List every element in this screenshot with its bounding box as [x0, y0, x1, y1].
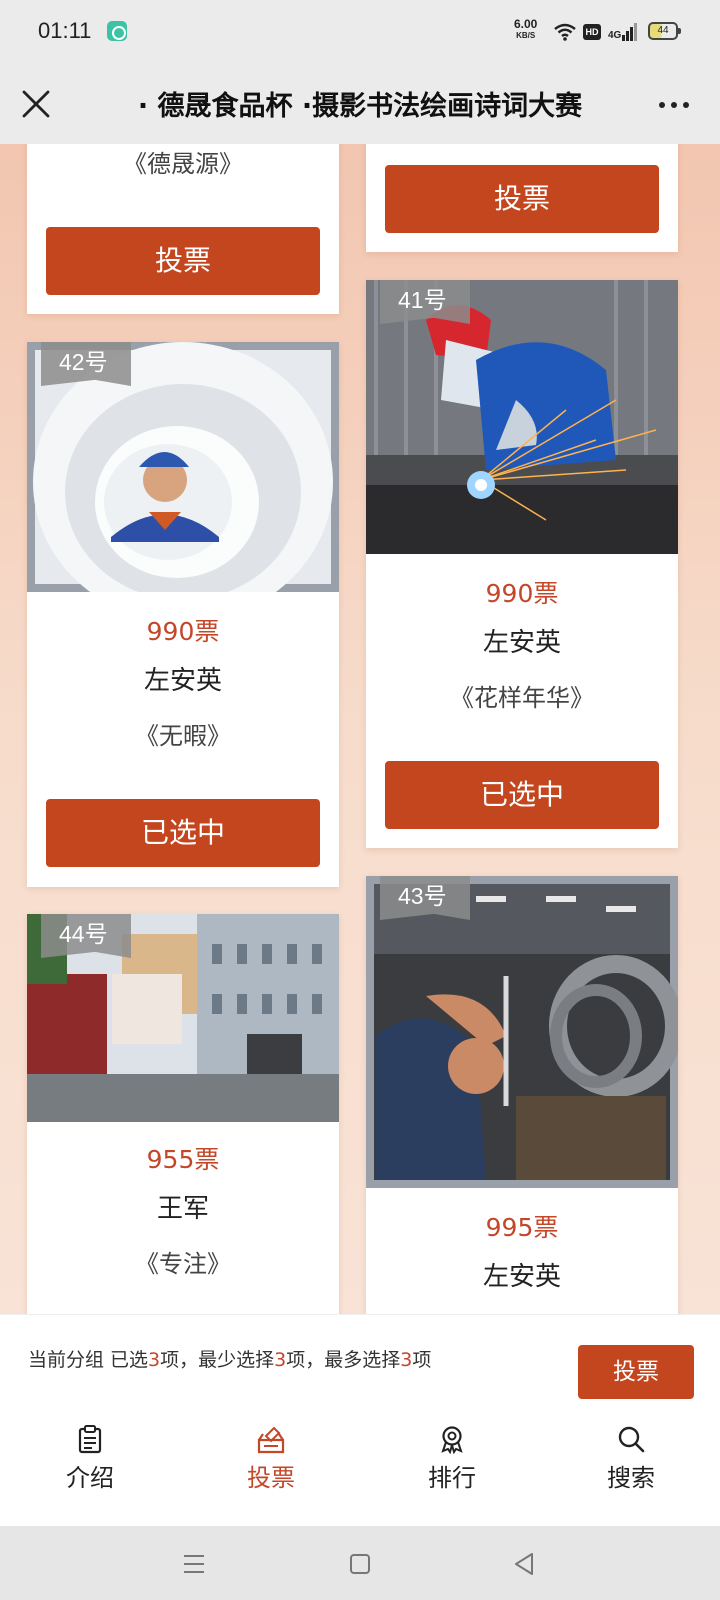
author-name: 左安英	[143, 666, 222, 696]
back-icon[interactable]	[508, 1548, 540, 1580]
author-name: 左安英	[482, 1262, 561, 1292]
entry-number-badge: 43号	[380, 876, 470, 920]
vote-count: 955票	[146, 1145, 220, 1174]
network-speed: 6.00 KB/S	[514, 17, 538, 40]
entry-photo[interactable]: 43号	[366, 876, 678, 1188]
work-title: 《无暇》	[135, 722, 231, 750]
wifi-icon	[554, 23, 576, 41]
ballot-box-icon	[257, 1426, 285, 1454]
work-title: 《花样年华》	[450, 684, 594, 712]
status-bar: 01:11 6.00 KB/S HD 4G 44	[0, 0, 720, 64]
battery-icon: 44	[648, 22, 681, 40]
selection-status: 当前分组 已选3项，最少选择3项，最多选择3项	[28, 1349, 432, 1371]
entries-grid[interactable]: 《德晟源》 投票 投票 42号 990票 左安英 《无暇》 已选中 41号 99…	[0, 144, 720, 1314]
tab-search[interactable]: 搜索	[571, 1424, 691, 1493]
vote-count: 990票	[146, 617, 220, 646]
entry-number-badge: 42号	[41, 342, 131, 386]
app-notification-icon	[107, 21, 127, 41]
entry-card: 44号 955票 王军 《专注》	[27, 914, 339, 1314]
more-button[interactable]	[652, 90, 696, 120]
vote-button[interactable]: 投票	[46, 227, 320, 295]
selection-bar: 当前分组 已选3项，最少选择3项，最多选择3项 投票	[0, 1314, 720, 1406]
hd-icon: HD	[583, 24, 601, 40]
status-time: 01:11	[38, 18, 92, 43]
entry-card: 《德晟源》 投票	[27, 144, 339, 314]
signal-icon: 4G	[608, 23, 638, 41]
entry-photo[interactable]: 42号	[27, 342, 339, 592]
vote-button[interactable]: 投票	[385, 165, 659, 233]
selected-button[interactable]: 已选中	[46, 799, 320, 867]
tab-intro[interactable]: 介绍	[30, 1424, 150, 1493]
tab-vote[interactable]: 投票	[211, 1424, 331, 1493]
clipboard-icon	[78, 1425, 102, 1454]
selected-button[interactable]: 已选中	[385, 761, 659, 829]
entry-card: 41号 990票 左安英 《花样年华》 已选中	[366, 280, 678, 848]
entry-number-badge: 41号	[380, 280, 470, 324]
work-title: 《德晟源》	[123, 150, 243, 178]
nav-header: · 德晟食品杯 ·摄影书法绘画诗词大赛	[0, 64, 720, 144]
vote-count: 990票	[485, 579, 559, 608]
work-title: 《专注》	[135, 1250, 231, 1278]
entry-card: 42号 990票 左安英 《无暇》 已选中	[27, 342, 339, 887]
close-icon	[22, 90, 50, 118]
menu-icon[interactable]	[178, 1548, 210, 1580]
tab-bar: 介绍 投票 排行 搜索	[0, 1406, 720, 1526]
home-icon[interactable]	[344, 1548, 376, 1580]
author-name: 王军	[156, 1194, 209, 1224]
submit-vote-button[interactable]: 投票	[578, 1345, 694, 1399]
author-name: 左安英	[482, 628, 561, 658]
page-title: · 德晟食品杯 ·摄影书法绘画诗词大赛	[137, 91, 583, 122]
entry-photo[interactable]: 41号	[366, 280, 678, 554]
award-icon	[441, 1426, 463, 1454]
tab-ranking[interactable]: 排行	[392, 1424, 512, 1493]
system-navigation-bar	[0, 1526, 720, 1600]
entry-card: 投票	[366, 144, 678, 252]
entry-photo[interactable]: 44号	[27, 914, 339, 1122]
entry-number-badge: 44号	[41, 914, 131, 958]
close-button[interactable]	[14, 82, 58, 126]
entry-card: 43号 995票 左安英	[366, 876, 678, 1314]
vote-count: 995票	[485, 1213, 559, 1242]
search-icon	[618, 1426, 645, 1453]
more-icon	[659, 102, 665, 108]
